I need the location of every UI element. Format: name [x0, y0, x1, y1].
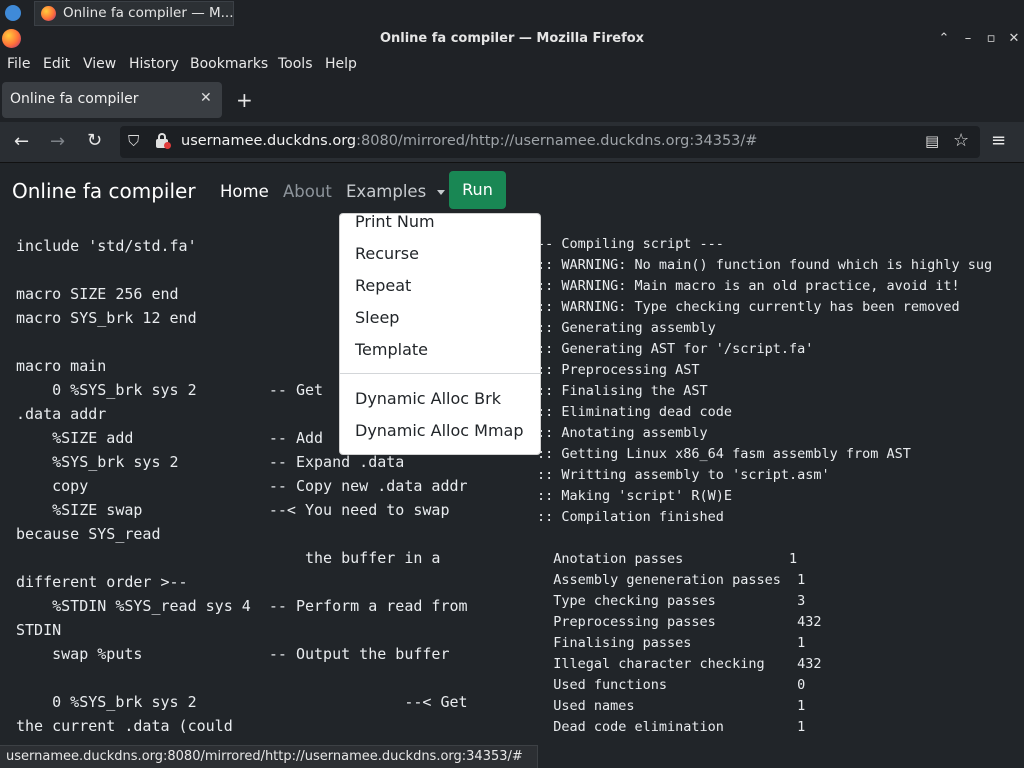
code-line: different order >--	[16, 573, 188, 591]
output-line: -- Compiling script ---	[537, 236, 724, 252]
code-line: %STDIN %SYS_read sys 4 -- Perform a read…	[16, 597, 468, 615]
code-line: 0 %SYS_brk sys 2 --< Get	[16, 693, 468, 711]
taskbar-window-button[interactable]: Online fa compiler — M...	[34, 1, 234, 26]
output-line: :: Generating assembly	[537, 320, 716, 336]
output-line: Illegal character checking 432	[537, 656, 822, 672]
tab-strip: Online fa compiler ✕ +	[0, 78, 1024, 122]
output-line: :: Making 'script' R(W)E	[537, 488, 733, 504]
examples-dropdown: Print Num Recurse Repeat Sleep Template …	[339, 213, 541, 455]
brand[interactable]: Online fa compiler	[12, 179, 196, 203]
output-line: Used functions 0	[537, 677, 806, 693]
dropdown-item-repeat[interactable]: Repeat	[355, 276, 411, 295]
menu-tools[interactable]: Tools	[278, 56, 313, 72]
status-bar-url: usernamee.duckdns.org:8080/mirrored/http…	[0, 745, 538, 768]
dropdown-item-recurse[interactable]: Recurse	[355, 244, 419, 263]
app-icon[interactable]	[5, 5, 21, 21]
menu-file[interactable]: File	[7, 56, 30, 72]
dropdown-item-dynamic-alloc-brk[interactable]: Dynamic Alloc Brk	[355, 389, 501, 408]
output-line: :: Eliminating dead code	[537, 404, 733, 420]
code-line: the current .data (could	[16, 717, 233, 735]
output-line: :: Compilation finished	[537, 509, 724, 525]
nav-examples-label: Examples	[346, 182, 427, 201]
code-line: because SYS_read	[16, 525, 161, 543]
firefox-icon	[2, 29, 21, 48]
os-taskbar: Online fa compiler — M...	[0, 0, 1024, 28]
tab-online-fa-compiler[interactable]: Online fa compiler ✕	[2, 82, 222, 118]
caret-down-icon	[437, 190, 446, 195]
output-line: Anotation passes 1	[537, 551, 798, 567]
compiler-output: -- Compiling script --- :: WARNING: No m…	[537, 234, 1024, 744]
output-line: Preprocessing passes 432	[537, 614, 822, 630]
nav-toolbar: ← → ↻ ⛉ usernamee.duckdns.org:8080/mirro…	[0, 122, 1024, 163]
url-text: usernamee.duckdns.org:8080/mirrored/http…	[181, 133, 757, 149]
url-path: :8080/mirrored/http://usernamee.duckdns.…	[356, 133, 758, 149]
firefox-icon	[41, 6, 56, 21]
output-line: :: Generating AST for '/script.fa'	[537, 341, 814, 357]
dropdown-item-print-num[interactable]: Print Num	[355, 214, 435, 231]
dropdown-item-dynamic-alloc-mmap[interactable]: Dynamic Alloc Mmap	[355, 421, 524, 440]
output-line: :: Anotating assembly	[537, 425, 708, 441]
bookmark-star-icon[interactable]: ☆	[953, 130, 969, 151]
output-line: :: Writting assembly to 'script.asm'	[537, 467, 830, 483]
dropdown-divider	[340, 373, 540, 374]
code-line: STDIN	[16, 621, 62, 639]
run-button[interactable]: Run	[449, 171, 506, 209]
output-line: :: Getting Linux x86_64 fasm assembly fr…	[537, 446, 911, 462]
output-line: :: WARNING: No main() function found whi…	[537, 257, 993, 273]
taskbar-window-title: Online fa compiler — M...	[63, 5, 234, 21]
output-line: Finalising passes 1	[537, 635, 806, 651]
output-line: :: WARNING: Type checking currently has …	[537, 299, 960, 315]
output-line: Dead code elimination 1	[537, 719, 806, 735]
output-line: Assembly geneneration passes 1	[537, 572, 806, 588]
dropdown-item-template[interactable]: Template	[355, 340, 428, 359]
output-line: Type checking passes 3	[537, 593, 806, 609]
new-tab-icon[interactable]: +	[236, 88, 253, 112]
code-line: swap %puts -- Output the buffer	[16, 645, 450, 663]
close-icon[interactable]: ✕	[1002, 27, 1024, 50]
dropdown-item-sleep[interactable]: Sleep	[355, 308, 399, 327]
chevron-up-icon[interactable]: ⌃	[932, 27, 956, 50]
shield-icon[interactable]: ⛉	[128, 132, 139, 150]
nav-examples[interactable]: Examples	[346, 182, 446, 201]
output-line: :: Preprocessing AST	[537, 362, 700, 378]
forward-icon[interactable]: →	[50, 131, 65, 152]
menu-bookmarks[interactable]: Bookmarks	[190, 56, 268, 72]
maximize-icon[interactable]: ▫	[979, 27, 1003, 50]
output-line: :: Finalising the AST	[537, 383, 708, 399]
nav-home[interactable]: Home	[220, 182, 269, 201]
reader-icon[interactable]: ▤	[925, 132, 939, 150]
code-line: %SIZE swap --< You need to swap	[16, 501, 450, 519]
window-titlebar: Online fa compiler — Mozilla Firefox ⌃ –…	[0, 27, 1024, 50]
url-domain: usernamee.duckdns.org	[181, 133, 357, 149]
menu-history[interactable]: History	[129, 56, 179, 72]
back-icon[interactable]: ←	[14, 131, 29, 152]
tab-title: Online fa compiler	[10, 91, 139, 107]
code-line: copy -- Copy new .data addr	[16, 477, 468, 495]
menu-view[interactable]: View	[83, 56, 116, 72]
lock-icon[interactable]	[156, 133, 171, 149]
menu-edit[interactable]: Edit	[43, 56, 70, 72]
code-line: the buffer in a	[16, 549, 441, 567]
window-title: Online fa compiler — Mozilla Firefox	[379, 31, 645, 46]
output-line: Used names 1	[537, 698, 806, 714]
reload-icon[interactable]: ↻	[87, 130, 102, 151]
url-bar[interactable]: ⛉ usernamee.duckdns.org:8080/mirrored/ht…	[120, 126, 980, 158]
close-tab-icon[interactable]: ✕	[200, 90, 212, 106]
output-line: :: WARNING: Main macro is an old practic…	[537, 278, 960, 294]
menu-bar: File Edit View History Bookmarks Tools H…	[0, 50, 1024, 78]
menu-help[interactable]: Help	[325, 56, 357, 72]
hamburger-menu-icon[interactable]: ≡	[991, 130, 1006, 151]
nav-about[interactable]: About	[283, 182, 332, 201]
site-navbar: Online fa compiler Home About Examples R…	[0, 163, 1024, 219]
minimize-icon[interactable]: –	[956, 27, 980, 50]
